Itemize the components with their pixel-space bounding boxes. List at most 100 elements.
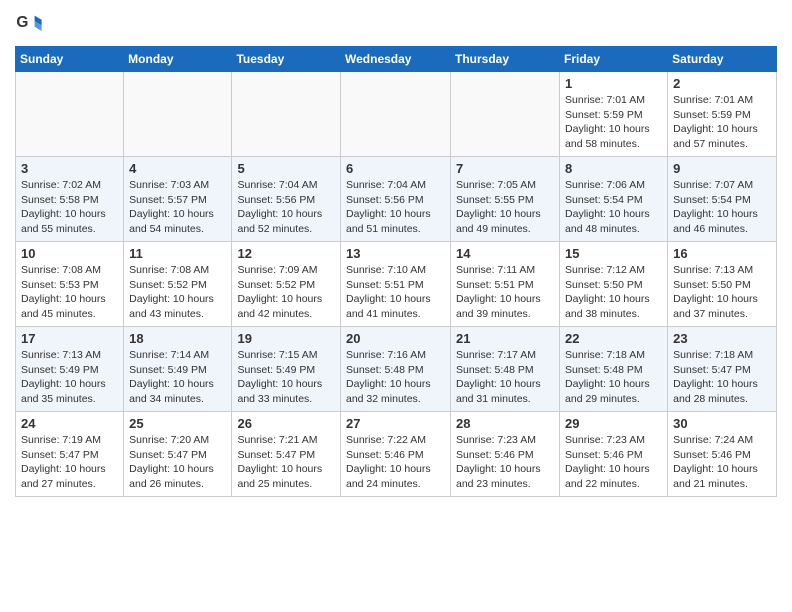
calendar-cell: 13 Sunrise: 7:10 AMSunset: 5:51 PMDayligh…	[341, 242, 451, 327]
day-number: 29	[565, 416, 662, 431]
day-number: 18	[129, 331, 226, 346]
day-info: Sunrise: 7:23 AMSunset: 5:46 PMDaylight:…	[456, 433, 554, 492]
calendar-cell: 23 Sunrise: 7:18 AMSunset: 5:47 PMDayligh…	[668, 327, 777, 412]
day-info: Sunrise: 7:01 AMSunset: 5:59 PMDaylight:…	[673, 93, 771, 152]
calendar-cell: 22Sunrise: 7:18 AMSunset: 5:48 PMDayligh…	[560, 327, 668, 412]
day-info: Sunrise: 7:08 AMSunset: 5:52 PMDaylight:…	[129, 263, 226, 322]
day-info: Sunrise: 7:18 AMSunset: 5:48 PMDaylight:…	[565, 348, 662, 407]
day-info: Sunrise: 7:07 AMSunset: 5:54 PMDaylight:…	[673, 178, 771, 237]
day-info: Sunrise: 7:18 AMSunset: 5:47 PMDaylight:…	[673, 348, 771, 407]
calendar-cell: 26 Sunrise: 7:21 AMSunset: 5:47 PMDayligh…	[232, 412, 341, 497]
weekday-header-sunday: Sunday	[16, 47, 124, 72]
day-number: 30	[673, 416, 771, 431]
day-number: 16	[673, 246, 771, 261]
logo-icon: G	[15, 10, 43, 38]
day-number: 13	[346, 246, 445, 261]
calendar-cell: 4Sunrise: 7:03 AMSunset: 5:57 PMDaylight…	[124, 157, 232, 242]
calendar-cell: 30 Sunrise: 7:24 AMSunset: 5:46 PMDayligh…	[668, 412, 777, 497]
calendar-cell: 29Sunrise: 7:23 AMSunset: 5:46 PMDayligh…	[560, 412, 668, 497]
calendar-cell	[124, 72, 232, 157]
calendar-cell	[451, 72, 560, 157]
calendar-cell: 5 Sunrise: 7:04 AMSunset: 5:56 PMDaylight…	[232, 157, 341, 242]
day-number: 17	[21, 331, 118, 346]
day-info: Sunrise: 7:04 AMSunset: 5:56 PMDaylight:…	[237, 178, 335, 237]
day-info: Sunrise: 7:15 AMSunset: 5:49 PMDaylight:…	[237, 348, 335, 407]
weekday-header-saturday: Saturday	[668, 47, 777, 72]
calendar-cell: 28 Sunrise: 7:23 AMSunset: 5:46 PMDayligh…	[451, 412, 560, 497]
calendar-cell: 24 Sunrise: 7:19 AMSunset: 5:47 PMDayligh…	[16, 412, 124, 497]
weekday-header-wednesday: Wednesday	[341, 47, 451, 72]
day-number: 24	[21, 416, 118, 431]
day-number: 10	[21, 246, 118, 261]
calendar-cell: 6 Sunrise: 7:04 AMSunset: 5:56 PMDaylight…	[341, 157, 451, 242]
day-info: Sunrise: 7:22 AMSunset: 5:46 PMDaylight:…	[346, 433, 445, 492]
calendar-cell: 27 Sunrise: 7:22 AMSunset: 5:46 PMDayligh…	[341, 412, 451, 497]
day-number: 19	[237, 331, 335, 346]
calendar-table: SundayMondayTuesdayWednesdayThursdayFrid…	[15, 46, 777, 497]
day-info: Sunrise: 7:14 AMSunset: 5:49 PMDaylight:…	[129, 348, 226, 407]
calendar-cell	[341, 72, 451, 157]
day-number: 12	[237, 246, 335, 261]
calendar-cell	[16, 72, 124, 157]
weekday-header-tuesday: Tuesday	[232, 47, 341, 72]
day-info: Sunrise: 7:20 AMSunset: 5:47 PMDaylight:…	[129, 433, 226, 492]
day-info: Sunrise: 7:10 AMSunset: 5:51 PMDaylight:…	[346, 263, 445, 322]
header: G	[15, 10, 777, 38]
week-row-1: 1 Sunrise: 7:01 AMSunset: 5:59 PMDaylight…	[16, 72, 777, 157]
calendar-cell: 8Sunrise: 7:06 AMSunset: 5:54 PMDaylight…	[560, 157, 668, 242]
calendar-cell: 10 Sunrise: 7:08 AMSunset: 5:53 PMDayligh…	[16, 242, 124, 327]
day-number: 25	[129, 416, 226, 431]
week-row-4: 17 Sunrise: 7:13 AMSunset: 5:49 PMDayligh…	[16, 327, 777, 412]
day-info: Sunrise: 7:11 AMSunset: 5:51 PMDaylight:…	[456, 263, 554, 322]
day-info: Sunrise: 7:13 AMSunset: 5:49 PMDaylight:…	[21, 348, 118, 407]
weekday-header-monday: Monday	[124, 47, 232, 72]
day-info: Sunrise: 7:04 AMSunset: 5:56 PMDaylight:…	[346, 178, 445, 237]
day-info: Sunrise: 7:17 AMSunset: 5:48 PMDaylight:…	[456, 348, 554, 407]
calendar-cell: 3Sunrise: 7:02 AMSunset: 5:58 PMDaylight…	[16, 157, 124, 242]
day-number: 8	[565, 161, 662, 176]
day-number: 9	[673, 161, 771, 176]
calendar-cell: 12 Sunrise: 7:09 AMSunset: 5:52 PMDayligh…	[232, 242, 341, 327]
day-number: 5	[237, 161, 335, 176]
logo: G	[15, 10, 47, 38]
day-number: 28	[456, 416, 554, 431]
day-number: 27	[346, 416, 445, 431]
day-number: 1	[565, 76, 662, 91]
day-info: Sunrise: 7:05 AMSunset: 5:55 PMDaylight:…	[456, 178, 554, 237]
day-number: 26	[237, 416, 335, 431]
day-number: 15	[565, 246, 662, 261]
day-number: 20	[346, 331, 445, 346]
day-number: 11	[129, 246, 226, 261]
weekday-header-thursday: Thursday	[451, 47, 560, 72]
day-info: Sunrise: 7:02 AMSunset: 5:58 PMDaylight:…	[21, 178, 118, 237]
week-row-2: 3Sunrise: 7:02 AMSunset: 5:58 PMDaylight…	[16, 157, 777, 242]
svg-text:G: G	[16, 14, 28, 31]
calendar-cell: 16Sunrise: 7:13 AMSunset: 5:50 PMDayligh…	[668, 242, 777, 327]
calendar-cell	[232, 72, 341, 157]
day-number: 23	[673, 331, 771, 346]
day-number: 14	[456, 246, 554, 261]
day-info: Sunrise: 7:21 AMSunset: 5:47 PMDaylight:…	[237, 433, 335, 492]
calendar-cell: 14 Sunrise: 7:11 AMSunset: 5:51 PMDayligh…	[451, 242, 560, 327]
calendar-cell: 9 Sunrise: 7:07 AMSunset: 5:54 PMDaylight…	[668, 157, 777, 242]
day-number: 7	[456, 161, 554, 176]
week-row-3: 10 Sunrise: 7:08 AMSunset: 5:53 PMDayligh…	[16, 242, 777, 327]
day-number: 6	[346, 161, 445, 176]
day-info: Sunrise: 7:08 AMSunset: 5:53 PMDaylight:…	[21, 263, 118, 322]
calendar-cell: 25 Sunrise: 7:20 AMSunset: 5:47 PMDayligh…	[124, 412, 232, 497]
calendar-cell: 19 Sunrise: 7:15 AMSunset: 5:49 PMDayligh…	[232, 327, 341, 412]
day-info: Sunrise: 7:09 AMSunset: 5:52 PMDaylight:…	[237, 263, 335, 322]
day-number: 21	[456, 331, 554, 346]
weekday-header-row: SundayMondayTuesdayWednesdayThursdayFrid…	[16, 47, 777, 72]
calendar-cell: 2Sunrise: 7:01 AMSunset: 5:59 PMDaylight…	[668, 72, 777, 157]
weekday-header-friday: Friday	[560, 47, 668, 72]
calendar-cell: 20Sunrise: 7:16 AMSunset: 5:48 PMDayligh…	[341, 327, 451, 412]
day-info: Sunrise: 7:03 AMSunset: 5:57 PMDaylight:…	[129, 178, 226, 237]
day-info: Sunrise: 7:24 AMSunset: 5:46 PMDaylight:…	[673, 433, 771, 492]
calendar-cell: 21 Sunrise: 7:17 AMSunset: 5:48 PMDayligh…	[451, 327, 560, 412]
day-info: Sunrise: 7:19 AMSunset: 5:47 PMDaylight:…	[21, 433, 118, 492]
day-info: Sunrise: 7:01 AMSunset: 5:59 PMDaylight:…	[565, 93, 662, 152]
calendar-cell: 1 Sunrise: 7:01 AMSunset: 5:59 PMDaylight…	[560, 72, 668, 157]
calendar-cell: 15Sunrise: 7:12 AMSunset: 5:50 PMDayligh…	[560, 242, 668, 327]
calendar-cell: 17 Sunrise: 7:13 AMSunset: 5:49 PMDayligh…	[16, 327, 124, 412]
